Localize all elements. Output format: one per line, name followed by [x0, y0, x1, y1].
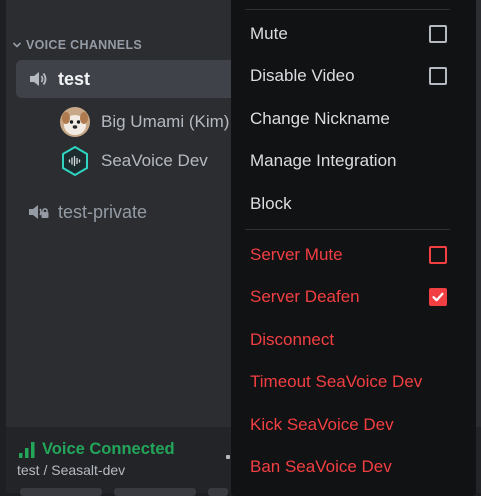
menu-separator	[245, 229, 450, 230]
speaker-icon	[30, 72, 47, 86]
chevron-down-icon	[12, 42, 22, 48]
menu-item-label: Mute	[250, 24, 288, 43]
locked-speaker-icon	[29, 205, 49, 219]
waveform-avatar	[60, 146, 90, 176]
category-label: VOICE CHANNELS	[26, 38, 143, 52]
menu-item-ban[interactable]: Ban SeaVoice Dev	[250, 453, 455, 481]
menu-item-label: Timeout SeaVoice Dev	[250, 372, 423, 391]
menu-item-label: Disable Video	[250, 66, 355, 85]
menu-item-label: Ban SeaVoice Dev	[250, 457, 392, 476]
menu-item-label: Block	[250, 194, 292, 213]
signal-icon	[19, 441, 35, 458]
channel-name: test-private	[58, 201, 148, 222]
voice-control-icon[interactable]	[226, 455, 230, 459]
menu-item-server-deafen[interactable]: Server Deafen	[250, 283, 455, 311]
menu-item-server-mute[interactable]: Server Mute	[250, 241, 455, 269]
menu-item-label: Kick SeaVoice Dev	[250, 415, 394, 434]
menu-item-disable-video[interactable]: Disable Video	[250, 62, 455, 90]
voice-connection-subtitle[interactable]: test / Seasalt-dev	[17, 462, 125, 478]
voice-connected-label: Voice Connected	[42, 440, 175, 458]
channel-name: test	[58, 68, 91, 89]
screen-share-button[interactable]	[114, 488, 196, 496]
menu-item-label: Manage Integration	[250, 151, 397, 170]
menu-item-manage-integration[interactable]: Manage Integration	[250, 147, 455, 175]
voice-connected-status[interactable]: Voice Connected	[18, 440, 175, 459]
checkbox-icon[interactable]	[429, 25, 447, 43]
menu-item-disconnect[interactable]: Disconnect	[250, 326, 455, 354]
voice-channels-category[interactable]: VOICE CHANNELS	[12, 36, 142, 54]
activity-button[interactable]	[208, 488, 228, 496]
dog-avatar	[60, 107, 90, 137]
menu-item-label: Server Mute	[250, 245, 343, 264]
member-name: SeaVoice Dev	[101, 151, 208, 170]
menu-item-block[interactable]: Block	[250, 190, 455, 218]
menu-item-mute[interactable]: Mute	[250, 20, 455, 48]
menu-item-kick[interactable]: Kick SeaVoice Dev	[250, 411, 455, 439]
checkbox-icon[interactable]	[429, 246, 447, 264]
video-button[interactable]	[20, 488, 102, 496]
menu-item-label: Disconnect	[250, 330, 335, 349]
menu-separator	[245, 9, 450, 10]
checkmark-icon	[432, 292, 444, 302]
checkbox-checked-icon[interactable]	[429, 288, 447, 306]
checkbox-icon[interactable]	[429, 67, 447, 85]
menu-item-label: Server Deafen	[250, 287, 360, 306]
menu-item-change-nickname[interactable]: Change Nickname	[250, 105, 455, 133]
menu-item-label: Change Nickname	[250, 109, 390, 128]
member-name: Big Umami (Kim)	[101, 112, 230, 131]
menu-item-timeout[interactable]: Timeout SeaVoice Dev	[250, 368, 455, 396]
